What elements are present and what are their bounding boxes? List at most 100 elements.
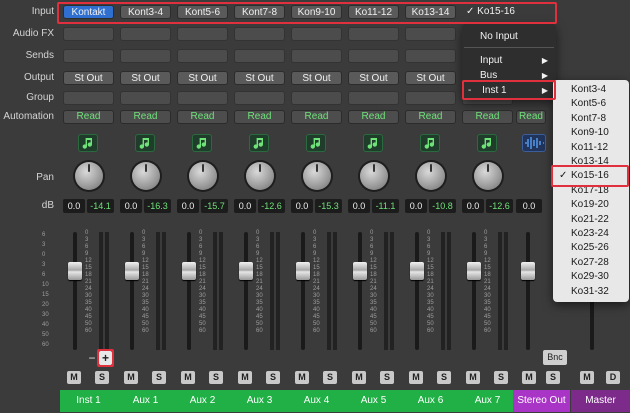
automation-button[interactable]: Read	[63, 110, 114, 124]
solo-button[interactable]: S	[494, 371, 508, 384]
menu-item-inst[interactable]: - Inst 1 ▶	[462, 84, 556, 98]
volume-readout[interactable]: 0.0	[234, 199, 256, 213]
stereo-mute-button[interactable]: M	[522, 371, 536, 384]
waveform-icon[interactable]	[522, 134, 546, 152]
peak-readout[interactable]: -14.1	[87, 199, 114, 213]
pan-knob[interactable]	[75, 162, 103, 190]
volume-fader[interactable]	[467, 261, 481, 280]
sends-slot[interactable]	[405, 49, 456, 63]
volume-fader[interactable]	[68, 261, 82, 280]
pan-knob[interactable]	[360, 162, 388, 190]
audio-fx-slot[interactable]	[234, 27, 285, 41]
group-slot[interactable]	[63, 91, 114, 105]
submenu-item[interactable]: Ko25-26	[553, 241, 629, 255]
peak-readout[interactable]: -11.1	[372, 199, 399, 213]
submenu-item[interactable]: Ko13-14	[553, 155, 629, 169]
submenu-item[interactable]: Ko23-24	[553, 227, 629, 241]
note-icon[interactable]	[78, 134, 98, 152]
volume-readout[interactable]: 0.0	[291, 199, 313, 213]
sends-slot[interactable]	[120, 49, 171, 63]
channel-name[interactable]: Aux 4	[288, 390, 345, 412]
solo-button[interactable]: S	[209, 371, 223, 384]
volume-fader[interactable]	[125, 261, 139, 280]
channel-name[interactable]: Aux 5	[345, 390, 402, 412]
volume-readout[interactable]: 0.0	[405, 199, 427, 213]
audio-fx-slot[interactable]	[405, 27, 456, 41]
submenu-item[interactable]: Kont7-8	[553, 112, 629, 126]
input-slot-selected[interactable]: ✓ Ko15-16	[462, 5, 553, 19]
output-slot[interactable]: St Out	[234, 71, 285, 85]
pan-knob[interactable]	[132, 162, 160, 190]
stereo-automation-button[interactable]: Read	[516, 110, 546, 124]
sends-slot[interactable]	[177, 49, 228, 63]
submenu-item[interactable]: Kont5-6	[553, 97, 629, 111]
automation-button[interactable]: Read	[234, 110, 285, 124]
solo-button[interactable]: S	[323, 371, 337, 384]
mute-button[interactable]: M	[409, 371, 423, 384]
volume-readout[interactable]: 0.0	[63, 199, 85, 213]
stereo-volume-fader[interactable]	[521, 261, 535, 280]
volume-fader[interactable]	[182, 261, 196, 280]
audio-fx-slot[interactable]	[177, 27, 228, 41]
audio-fx-slot[interactable]	[63, 27, 114, 41]
output-slot[interactable]: St Out	[63, 71, 114, 85]
peak-readout[interactable]: -12.6	[486, 199, 513, 213]
note-icon[interactable]	[477, 134, 497, 152]
mute-button[interactable]: M	[295, 371, 309, 384]
output-slot[interactable]: St Out	[177, 71, 228, 85]
channel-name[interactable]: Aux 3	[231, 390, 288, 412]
audio-fx-slot[interactable]	[120, 27, 171, 41]
pan-knob[interactable]	[303, 162, 331, 190]
group-slot[interactable]	[120, 91, 171, 105]
volume-readout[interactable]: 0.0	[462, 199, 484, 213]
mute-button[interactable]: M	[67, 371, 81, 384]
menu-item-input[interactable]: Input ▶	[462, 54, 556, 68]
note-icon[interactable]	[363, 134, 383, 152]
group-slot[interactable]	[291, 91, 342, 105]
audio-fx-slot[interactable]	[291, 27, 342, 41]
input-slot[interactable]: Kont3-4	[120, 5, 171, 19]
submenu-item[interactable]: Ko27-28	[553, 256, 629, 270]
volume-readout[interactable]: 0.0	[120, 199, 142, 213]
input-slot[interactable]: Kont5-6	[177, 5, 228, 19]
master-dim-button[interactable]: D	[606, 371, 620, 384]
peak-readout[interactable]: -16.3	[144, 199, 171, 213]
note-icon[interactable]	[420, 134, 440, 152]
output-slot[interactable]: St Out	[405, 71, 456, 85]
sends-slot[interactable]	[291, 49, 342, 63]
submenu-item[interactable]: ✓ Ko15-16	[553, 169, 629, 183]
automation-button[interactable]: Read	[462, 110, 513, 124]
channel-name[interactable]: Aux 6	[402, 390, 459, 412]
volume-fader[interactable]	[296, 261, 310, 280]
group-slot[interactable]	[234, 91, 285, 105]
channel-name[interactable]: Aux 7	[459, 390, 516, 412]
solo-button[interactable]: S	[380, 371, 394, 384]
automation-button[interactable]: Read	[348, 110, 399, 124]
pan-knob[interactable]	[189, 162, 217, 190]
input-slot[interactable]: Ko13-14	[405, 5, 456, 19]
note-icon[interactable]	[192, 134, 212, 152]
volume-fader[interactable]	[239, 261, 253, 280]
mute-button[interactable]: M	[181, 371, 195, 384]
peak-readout[interactable]: -12.6	[258, 199, 285, 213]
master-mute-button[interactable]: M	[580, 371, 594, 384]
volume-fader[interactable]	[353, 261, 367, 280]
pan-knob[interactable]	[474, 162, 502, 190]
submenu-item[interactable]: Ko19-20	[553, 198, 629, 212]
stereo-out-name[interactable]: Stereo Out	[513, 390, 570, 412]
channel-name[interactable]: Inst 1	[60, 390, 117, 412]
bounce-button[interactable]: Bnc	[543, 350, 567, 365]
submenu-item[interactable]: Ko31-32	[553, 285, 629, 299]
volume-readout[interactable]: 0.0	[177, 199, 199, 213]
menu-item-no-input[interactable]: No Input	[462, 30, 556, 44]
peak-readout[interactable]: -10.8	[429, 199, 456, 213]
audio-fx-slot[interactable]	[348, 27, 399, 41]
sends-slot[interactable]	[348, 49, 399, 63]
plus-button[interactable]: +	[99, 351, 112, 365]
automation-button[interactable]: Read	[120, 110, 171, 124]
solo-button[interactable]: S	[95, 371, 109, 384]
stereo-volume-readout[interactable]: 0.0	[516, 199, 542, 213]
pan-knob[interactable]	[417, 162, 445, 190]
input-slot[interactable]: Kont7-8	[234, 5, 285, 19]
solo-button[interactable]: S	[152, 371, 166, 384]
